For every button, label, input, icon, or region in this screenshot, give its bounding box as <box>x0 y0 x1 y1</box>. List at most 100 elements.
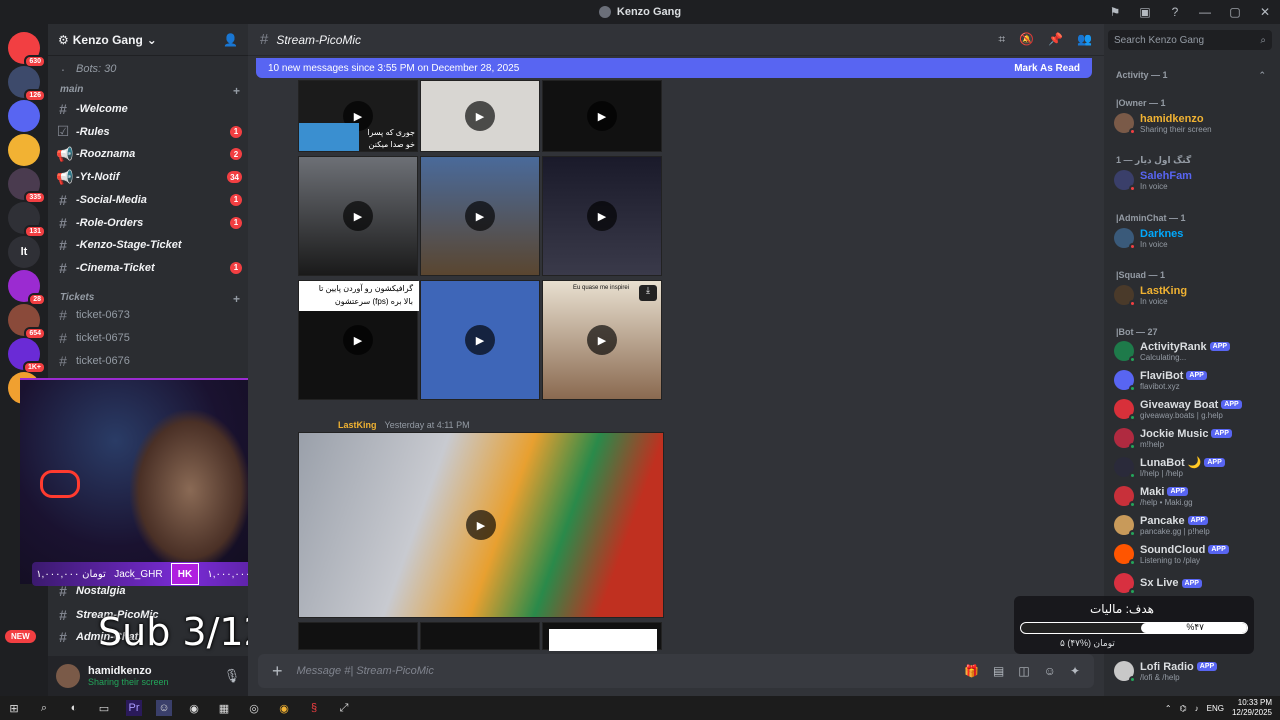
search-input[interactable]: Search Kenzo Gang ⌕ <box>1108 30 1272 50</box>
channel-item[interactable]: # -Social-Media 1 <box>56 189 242 211</box>
mute-icon[interactable]: 🔕 <box>1019 32 1034 47</box>
apps-icon[interactable]: ✦ <box>1070 664 1080 678</box>
network-icon[interactable]: ⌬ <box>1180 704 1187 713</box>
video-thumbnail[interactable]: ▶ <box>420 80 540 152</box>
new-messages-bar[interactable]: 10 new messages since 3:55 PM on Decembe… <box>256 58 1092 78</box>
app-icon[interactable]: ⤢ <box>336 700 352 716</box>
video-thumbnail[interactable] <box>542 622 662 651</box>
play-icon[interactable]: ▶ <box>587 201 617 231</box>
volume-icon[interactable]: ♪ <box>1195 704 1199 713</box>
windows-start-icon[interactable]: ⊞ <box>6 700 22 716</box>
app-icon[interactable]: § <box>306 700 322 716</box>
ticket-channel[interactable]: # ticket-0673 <box>56 304 242 326</box>
member-item[interactable]: Lofi Radio APP/lofi & /help <box>1114 658 1274 684</box>
member-item[interactable]: Giveaway Boat APP giveaway.boats | g.help <box>1114 396 1274 422</box>
add-member-icon[interactable]: 👤 <box>223 33 238 47</box>
member-item[interactable]: Maki APP/help • Maki.gg <box>1114 483 1274 509</box>
activity-header[interactable]: Activity — 1 ⌃ <box>1116 70 1266 81</box>
server-header[interactable]: ⚙ Kenzo Gang ⌄ 👤 <box>48 24 248 56</box>
channel-item[interactable]: ☑ -Rules 1 <box>56 121 242 143</box>
video-thumbnail[interactable]: Eu quase me inspirei ⤓ ▶ <box>542 280 662 400</box>
message-composer[interactable]: + Message #| Stream-PicoMic 🎁 ▤ ◫ ☺ ✦ <box>258 654 1094 688</box>
video-thumbnail[interactable]: ▶ جوری که پسرا خو صدا میکنن <box>298 80 418 152</box>
channel-item[interactable]: 📢 -Yt-Notif 34 <box>56 166 242 188</box>
server-icon[interactable]: 335 <box>8 168 46 204</box>
server-icon[interactable]: 28 <box>8 270 46 306</box>
play-icon[interactable]: ▶ <box>587 325 617 355</box>
channel-item[interactable]: # -Kenzo-Stage-Ticket <box>56 234 242 256</box>
video-thumbnail[interactable]: ▶ <box>420 280 540 400</box>
video-thumbnail[interactable]: ▶ <box>542 80 662 152</box>
steam-icon[interactable]: ◉ <box>186 700 202 716</box>
server-icon[interactable] <box>8 100 40 132</box>
minimize-button[interactable]: — <box>1190 5 1220 19</box>
play-icon[interactable]: ▶ <box>465 325 495 355</box>
maximize-button[interactable]: ▢ <box>1220 5 1250 19</box>
server-icon[interactable]: 630 <box>8 32 46 68</box>
gif-icon[interactable]: ▤ <box>993 664 1004 678</box>
play-icon[interactable]: ▶ <box>587 101 617 131</box>
clock[interactable]: 10:33 PM 12/29/2025 <box>1232 698 1272 718</box>
attach-plus-icon[interactable]: + <box>272 661 283 682</box>
collapse-icon[interactable]: ⌃ <box>1258 70 1266 81</box>
ticket-channel[interactable]: # ticket-0675 <box>56 327 242 349</box>
discord-icon[interactable]: ☺ <box>156 700 172 716</box>
ticket-channel[interactable]: # ticket-0676 <box>56 350 242 372</box>
language-indicator[interactable]: ENG <box>1207 704 1224 713</box>
store-icon[interactable]: ▦ <box>216 700 232 716</box>
video-thumbnail[interactable]: ▶ <box>542 156 662 276</box>
server-icon[interactable]: 654 <box>8 304 46 340</box>
add-channel-icon[interactable]: + <box>233 84 240 98</box>
mark-as-read-button[interactable]: Mark As Read <box>1014 63 1080 74</box>
video-thumbnail[interactable]: ▶ <box>298 156 418 276</box>
threads-icon[interactable]: ⌗ <box>998 32 1005 47</box>
search-icon[interactable]: ⌕ <box>36 700 52 716</box>
members-icon[interactable]: 👥 <box>1077 32 1092 47</box>
category-main[interactable]: main + <box>60 84 240 98</box>
inbox-icon[interactable]: ⚑ <box>1100 5 1130 19</box>
gift-icon[interactable]: 🎁 <box>964 664 979 678</box>
video-thumbnail[interactable] <box>298 622 418 650</box>
video-thumbnail[interactable]: ▶ <box>420 156 540 276</box>
message-input[interactable]: Message #| Stream-PicoMic <box>297 665 434 677</box>
sticker-icon[interactable]: ◫ <box>1018 664 1029 678</box>
member-item[interactable]: SoundCloud APP Listening to /play <box>1114 541 1274 567</box>
pin-icon[interactable]: 📌 <box>1048 32 1063 47</box>
member-item[interactable]: FlaviBot APP flavibot.xyz <box>1114 367 1274 393</box>
emoji-icon[interactable]: ☺ <box>1044 664 1056 678</box>
screen-icon[interactable]: ▣ <box>1130 5 1160 19</box>
channel-item[interactable]: # -Welcome <box>56 98 242 120</box>
channel-item[interactable]: # -Role-Orders 1 <box>56 212 242 234</box>
message-author[interactable]: LastKing <box>338 420 377 430</box>
member-item[interactable]: LastKing In voice <box>1114 282 1274 308</box>
close-button[interactable]: ✕ <box>1250 5 1280 19</box>
server-icon[interactable] <box>8 134 40 166</box>
play-icon[interactable]: ▶ <box>466 510 496 540</box>
channel-item[interactable]: # -Cinema-Ticket 1 <box>56 257 242 279</box>
app-icon[interactable]: ◎ <box>246 700 262 716</box>
member-item[interactable]: LunaBot 🌙 APP l/help | /help <box>1114 454 1274 480</box>
member-item[interactable]: Jockie Music APP m!help <box>1114 425 1274 451</box>
server-icon[interactable]: lt <box>8 236 40 268</box>
video-thumbnail[interactable] <box>420 622 540 650</box>
play-icon[interactable]: ▶ <box>343 325 373 355</box>
microphone-icon[interactable]: 🎙 <box>224 668 241 684</box>
chrome-icon[interactable]: ◉ <box>276 700 292 716</box>
member-item[interactable]: SalehFam In voice <box>1114 167 1274 193</box>
chevron-up-icon[interactable]: ⌃ <box>1165 704 1172 713</box>
video-thumbnail[interactable]: گرافیکشون رو آوردن پایین تا سرعتشون (fps… <box>298 280 419 400</box>
channel-item[interactable]: 📢 -Rooznama 2 <box>56 143 242 165</box>
file-explorer-icon[interactable]: ▭ <box>96 700 112 716</box>
edge-icon[interactable]: ◐ <box>66 700 82 716</box>
play-icon[interactable]: ▶ <box>343 201 373 231</box>
premiere-icon[interactable]: Pr <box>126 700 142 716</box>
server-icon[interactable]: 131 <box>8 202 46 238</box>
member-item[interactable]: Sx Live APP <box>1114 570 1274 596</box>
member-item[interactable]: Pancake APP pancake.gg | p!help <box>1114 512 1274 538</box>
member-item[interactable]: hamidkenzo Sharing their screen <box>1114 110 1274 136</box>
member-item[interactable]: ActivityRank APP Calculating... <box>1114 338 1274 364</box>
video-player[interactable]: ▶ <box>298 432 664 618</box>
play-icon[interactable]: ▶ <box>465 101 495 131</box>
member-item[interactable]: Darknes In voice <box>1114 225 1274 251</box>
play-icon[interactable]: ▶ <box>465 201 495 231</box>
